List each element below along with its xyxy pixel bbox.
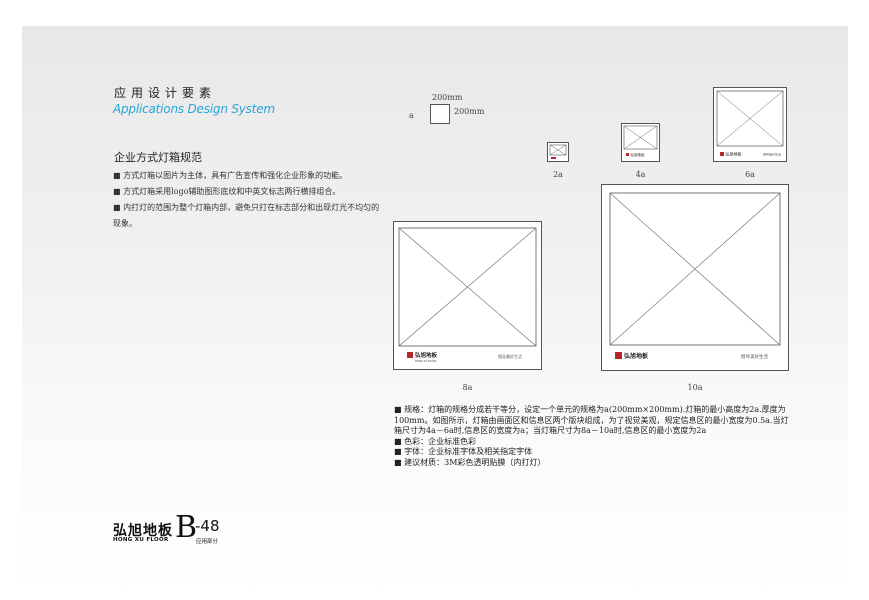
unit-label: a	[409, 111, 414, 120]
spec-line: ■ 规格：灯箱的规格分成若干等分，设定一个单元的规格为a(200mm×200mm…	[394, 405, 786, 414]
lightbox-4a: 弘旭地板	[621, 123, 660, 162]
lightbox-8a-logo-en: HONG XU FLOOR	[415, 359, 436, 363]
lightbox-10a-logo: 弘旭地板	[624, 352, 649, 360]
spec-line: ■ 字体：企业标准字体及相关指定字体	[394, 447, 533, 456]
lightbox-8a-slogan: 倡导美好生活	[498, 353, 522, 359]
lightbox-6a: 弘旭地板 倡导美好生活	[713, 87, 787, 162]
lightbox-10a: 弘旭地板 倡导美好生活	[601, 184, 789, 371]
page-section-label: 应用部分	[196, 539, 219, 545]
unit-height-label: 200mm	[454, 107, 485, 116]
page-letter: B	[175, 510, 198, 545]
lightbox-10a-label: 10a	[687, 383, 703, 392]
lightbox-6a-slogan: 倡导美好生活	[763, 152, 781, 157]
spec-line: ■ 色彩：企业标准色彩	[394, 436, 477, 446]
spec-line: 箱尺寸为4a－6a时,信息区的宽度为a；当灯箱尺寸为8a－10a时,信息区的最小…	[394, 426, 707, 435]
bullet-item: ■ 方式灯箱采用logo辅助图形底纹和中英文标志两行横排组合。	[113, 187, 341, 196]
lightbox-8a: 弘旭地板 HONG XU FLOOR 倡导美好生活	[393, 221, 542, 370]
bullet-item: ■ 内打灯的范围为整个灯箱内部，避免只打在标志部分和出现灯光不均匀的现象。	[113, 203, 380, 228]
bullet-item: ■ 方式灯箱以图片为主体，具有广告宣传和强化企业形象的功能。	[113, 171, 348, 180]
spec-line: 100mm。如图所示，灯箱由画面区和信息区两个版块组成，为了视觉美观，规定信息区…	[394, 415, 789, 425]
lightbox-4a-logo: 弘旭地板	[631, 152, 645, 157]
lightbox-4a-label: 4a	[635, 170, 646, 179]
lightbox-6a-logo: 弘旭地板	[726, 151, 742, 157]
lightbox-8a-label: 8a	[462, 383, 473, 392]
page-title: 应用设计要素	[114, 86, 217, 100]
spec-line: ■ 建议材质：3M彩色透明贴膜（内打灯）	[394, 457, 546, 467]
lightbox-6a-label: 6a	[745, 170, 755, 179]
unit-square	[430, 104, 450, 124]
lightbox-2a-label: 2a	[553, 170, 563, 179]
footer-brand-en: HONG XU FLOOR	[113, 537, 169, 543]
section-bullets: ■ 方式灯箱以图片为主体，具有广告宣传和强化企业形象的功能。 ■ 方式灯箱采用l…	[113, 168, 383, 232]
lightbox-8a-logo: 弘旭地板	[415, 351, 438, 359]
page-subtitle: Applications Design System	[113, 102, 275, 116]
spec-notes: ■ 规格：灯箱的规格分成若干等分，设定一个单元的规格为a(200mm×200mm…	[394, 405, 794, 468]
unit-width-label: 200mm	[432, 93, 463, 102]
lightbox-10a-slogan: 倡导美好生活	[741, 353, 768, 360]
page-number: -48	[195, 517, 220, 535]
section-title: 企业方式灯箱规范	[114, 151, 202, 164]
lightbox-2a	[547, 142, 569, 162]
